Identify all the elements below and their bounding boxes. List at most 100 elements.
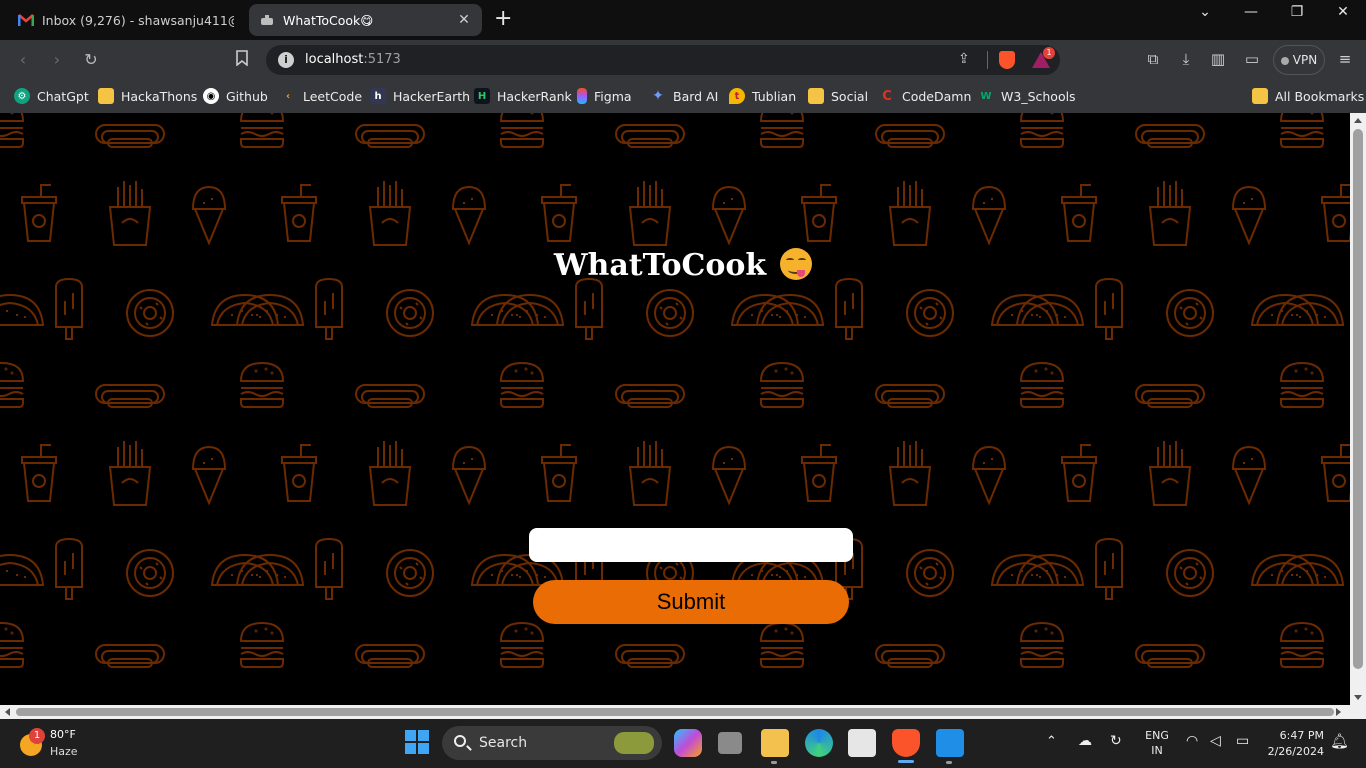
icecream-pattern-icon [192, 186, 226, 244]
burger-pattern-icon [760, 362, 804, 408]
burger-pattern-icon [1020, 622, 1064, 668]
bookmark-label: Github [226, 88, 268, 104]
icecream-pattern-icon [712, 186, 746, 244]
bookmark-leetcode[interactable]: ‹ LeetCode [280, 86, 362, 106]
soda-pattern-icon [801, 444, 837, 502]
running-app-indicator [771, 761, 777, 764]
clock[interactable]: 6:47 PM 2/26/2024 [1262, 729, 1324, 758]
divider [987, 51, 988, 69]
donut-pattern-icon [906, 549, 954, 597]
fries-pattern-icon [1149, 180, 1191, 246]
chatgpt-icon: ⚙ [14, 88, 30, 104]
taco-pattern-icon [1251, 294, 1319, 326]
volume-icon[interactable]: ◁ [1210, 733, 1221, 749]
copilot-icon[interactable] [674, 729, 702, 757]
donut-pattern-icon [126, 549, 174, 597]
pot-icon [259, 13, 275, 27]
icecream-pattern-icon [452, 446, 486, 504]
popsicle-pattern-icon [1095, 278, 1123, 340]
brave-shields-icon[interactable] [999, 51, 1015, 69]
vscode-icon[interactable] [936, 729, 964, 757]
soda-pattern-icon [281, 444, 317, 502]
taco-pattern-icon [471, 294, 539, 326]
sync-icon[interactable]: ↻ [1110, 733, 1122, 749]
burger-pattern-icon [240, 113, 284, 148]
file-explorer-icon[interactable] [761, 729, 789, 757]
icecream-pattern-icon [1232, 186, 1266, 244]
brave-icon[interactable] [892, 729, 920, 757]
bookmark-tublian[interactable]: t Tublian [729, 86, 796, 106]
new-tab-button[interactable]: + [494, 8, 512, 30]
tab-title: Inbox (9,276) - shawsanju411@gmail [42, 12, 234, 28]
bookmark-github[interactable]: ◉ Github [203, 86, 268, 106]
download-icon[interactable]: ⤓ [1175, 50, 1197, 68]
hotdog-pattern-icon [95, 384, 165, 408]
vertical-scrollbar[interactable] [1350, 113, 1366, 705]
taco-pattern-icon [496, 294, 564, 326]
bookmark-icon[interactable] [231, 50, 253, 70]
donut-pattern-icon [386, 289, 434, 337]
bookmark-hackerrank[interactable]: H HackerRank [474, 86, 572, 106]
wifi-icon[interactable]: ◠ [1186, 733, 1198, 749]
scroll-thumb[interactable] [1353, 129, 1363, 669]
weather-widget[interactable]: 1 [18, 728, 48, 758]
scroll-down-arrow-icon[interactable] [1354, 695, 1362, 700]
close-tab-icon[interactable]: ✕ [456, 12, 472, 28]
store-icon[interactable] [848, 729, 876, 757]
bookmark-label: Tublian [752, 88, 797, 104]
fries-pattern-icon [1149, 440, 1191, 506]
bookmark-chatgpt[interactable]: ⚙ ChatGpt [14, 86, 89, 106]
extensions-icon[interactable]: ⧉ [1142, 50, 1164, 68]
site-info-icon[interactable]: i [278, 52, 294, 68]
battery-icon[interactable]: ▭ [1236, 733, 1249, 749]
fries-pattern-icon [369, 180, 411, 246]
bookmark-bard[interactable]: ✦ Bard AI [650, 86, 718, 106]
start-button[interactable] [404, 729, 432, 757]
language-indicator[interactable]: ENG IN [1142, 729, 1172, 757]
scroll-right-arrow-icon[interactable] [1336, 708, 1341, 716]
tab-gmail[interactable]: Inbox (9,276) - shawsanju411@gmail [8, 4, 244, 36]
notifications-bell-icon[interactable]: 🔔︎ [1330, 732, 1349, 750]
burger-pattern-icon [240, 362, 284, 408]
bookmark-codedamn[interactable]: C CodeDamn [879, 86, 971, 106]
forward-button[interactable]: › [46, 50, 68, 70]
scroll-left-arrow-icon[interactable] [5, 708, 10, 716]
soda-pattern-icon [801, 184, 837, 242]
active-app-indicator [898, 760, 914, 763]
tublian-icon: t [729, 88, 745, 104]
tab-search-icon[interactable]: ⌄ [1193, 4, 1217, 28]
onedrive-icon[interactable]: ☁ [1078, 733, 1092, 749]
burger-pattern-icon [0, 113, 24, 148]
address-bar[interactable]: i localhost:5173 ⇪ 1 [266, 45, 1060, 75]
tab-whattocook[interactable]: WhatToCook😋 ✕ [249, 4, 482, 36]
bookmark-hackathons[interactable]: HackaThons [98, 86, 197, 106]
restore-button[interactable]: ❐ [1285, 4, 1309, 28]
sidebar-icon[interactable]: ▥ [1207, 50, 1229, 68]
taskbar-search[interactable]: Search [442, 726, 662, 760]
submit-button[interactable]: Submit [533, 580, 849, 624]
dish-input[interactable] [529, 528, 853, 562]
bookmark-figma[interactable]: Figma [577, 86, 632, 106]
bookmark-hackerearth[interactable]: h HackerEarth [370, 86, 470, 106]
scroll-thumb[interactable] [16, 708, 1334, 716]
share-icon[interactable]: ⇪ [958, 51, 970, 67]
show-hidden-icons-icon[interactable]: ⌃ [1046, 734, 1057, 749]
wallet-icon[interactable]: ▭ [1241, 50, 1263, 68]
reload-button[interactable]: ↻ [80, 50, 102, 70]
task-view-icon[interactable] [718, 732, 742, 754]
menu-icon[interactable]: ≡ [1334, 50, 1356, 68]
minimize-button[interactable]: — [1239, 4, 1263, 28]
back-button[interactable]: ‹ [12, 50, 34, 70]
all-bookmarks-button[interactable]: All Bookmarks [1252, 86, 1364, 106]
scroll-up-arrow-icon[interactable] [1354, 118, 1362, 123]
fries-pattern-icon [629, 180, 671, 246]
vpn-button[interactable]: VPN [1273, 45, 1325, 75]
edge-icon[interactable] [805, 729, 833, 757]
github-icon: ◉ [203, 88, 219, 104]
bookmark-label: Social [831, 88, 869, 104]
burger-pattern-icon [1020, 362, 1064, 408]
horizontal-scrollbar[interactable] [0, 705, 1366, 719]
close-window-button[interactable]: ✕ [1331, 4, 1355, 28]
bookmark-social[interactable]: Social [808, 86, 868, 106]
bookmark-w3schools[interactable]: W W3_Schools [978, 86, 1075, 106]
